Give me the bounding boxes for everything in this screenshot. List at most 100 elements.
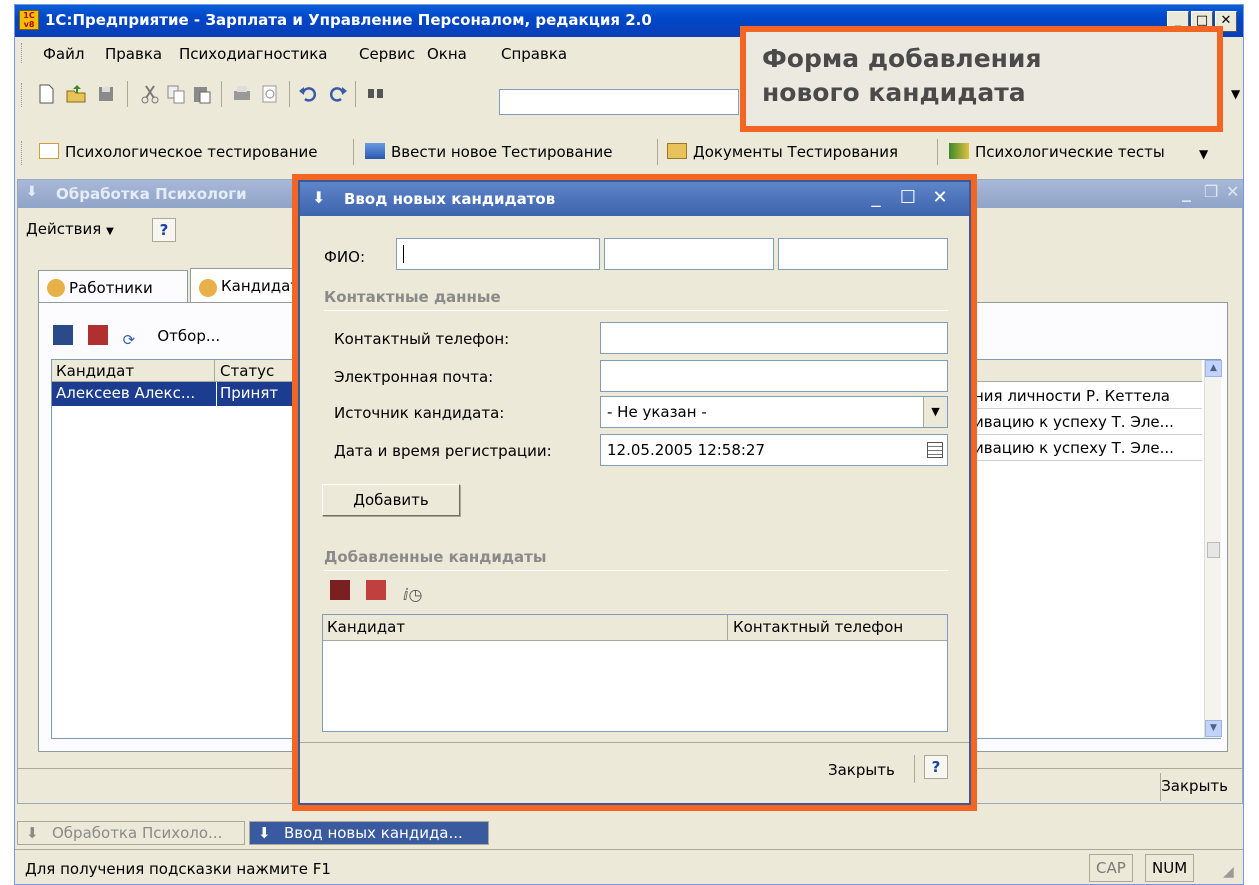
- redo-icon[interactable]: [327, 83, 349, 105]
- col-candidate[interactable]: Кандидат: [327, 618, 405, 636]
- annotation-line-1: Форма добавления: [762, 44, 1042, 73]
- search-input[interactable]: [499, 89, 739, 115]
- undo-icon[interactable]: [297, 83, 319, 105]
- col-divider: [727, 615, 728, 641]
- processing-window-icon: ⬇: [26, 824, 39, 842]
- menu-service[interactable]: Сервис: [359, 45, 415, 63]
- toolbar-overflow-icon[interactable]: ▼: [1231, 87, 1240, 101]
- regdate-field[interactable]: 12.05.2005 12:58:27: [600, 434, 948, 466]
- add-row-icon[interactable]: [53, 325, 73, 345]
- find-icon[interactable]: [365, 83, 387, 105]
- added-list-toolbar: ⅈ◷: [330, 580, 425, 605]
- added-section-title: Добавленные кандидаты: [324, 548, 547, 566]
- testing-documents-label: Документы Тестирования: [693, 143, 898, 161]
- menu-psychodiagnostics[interactable]: Психодиагностика: [179, 45, 328, 63]
- task-processing[interactable]: ⬇ Обработка Психоло...: [17, 821, 245, 845]
- person-clock-icon[interactable]: ⅈ◷: [403, 585, 425, 605]
- col-status[interactable]: Статус: [220, 362, 274, 380]
- col-candidate[interactable]: Кандидат: [56, 362, 134, 380]
- chevron-down-icon: ▼: [106, 226, 114, 237]
- annotation-text: Форма добавления нового кандидата: [762, 42, 1042, 110]
- toolbar-separator: [127, 81, 128, 107]
- middle-name-field[interactable]: [778, 238, 948, 270]
- section-divider: [324, 310, 948, 311]
- psych-testing-label: Психологическое тестирование: [65, 143, 318, 161]
- scroll-up-icon[interactable]: ▲: [1205, 360, 1222, 377]
- phone-field[interactable]: [600, 322, 948, 354]
- col-divider: [214, 360, 215, 382]
- toolbar-grip: [21, 83, 25, 107]
- dialog-window-icon: ⬇: [312, 188, 326, 207]
- toolbar-grip: [21, 141, 25, 165]
- person-icon: [199, 279, 217, 297]
- menu-help[interactable]: Справка: [501, 45, 567, 63]
- delete-row-icon[interactable]: [87, 325, 108, 345]
- dialog-help-button[interactable]: ?: [924, 755, 948, 779]
- print-preview-icon[interactable]: [259, 83, 281, 105]
- list-item[interactable]: ивацию к успеху Т. Эле...: [970, 436, 1202, 461]
- sub-restore-button[interactable]: ❐: [1204, 182, 1218, 201]
- copy-icon[interactable]: [165, 83, 187, 105]
- task-new-candidates-label: Ввод новых кандида...: [284, 824, 463, 842]
- actions-menu[interactable]: Действия ▼: [26, 220, 114, 238]
- scroll-thumb[interactable]: [1207, 542, 1220, 558]
- first-name-field[interactable]: [604, 238, 774, 270]
- new-testing-button[interactable]: Ввести новое Тестирование: [365, 143, 613, 161]
- task-new-candidates[interactable]: ⬇ Ввод новых кандида...: [249, 821, 489, 845]
- new-candidates-dialog: ⬇ Ввод новых кандидатов _ ☐ ✕ ФИО: Конта…: [298, 180, 971, 805]
- dialog-maximize-button[interactable]: ☐: [896, 187, 920, 211]
- dialog-title: Ввод новых кандидатов: [344, 190, 556, 208]
- menu-file[interactable]: Файл: [43, 45, 84, 63]
- print-icon[interactable]: [231, 83, 253, 105]
- delete-row-icon[interactable]: [366, 580, 387, 600]
- filter-button[interactable]: Отбор...: [157, 327, 220, 345]
- psych-testing-button[interactable]: Психологическое тестирование: [39, 143, 318, 161]
- list-item[interactable]: ивацию к успеху Т. Эле...: [970, 410, 1202, 435]
- scroll-down-icon[interactable]: ▼: [1205, 720, 1222, 737]
- close-processing-button[interactable]: Закрыть: [1161, 777, 1228, 795]
- add-candidate-button[interactable]: Добавить: [322, 484, 460, 516]
- dialog-close-button[interactable]: ✕: [928, 187, 952, 211]
- grid-scrollbar[interactable]: ▲ ▼: [1204, 360, 1222, 738]
- save-icon[interactable]: [95, 83, 117, 105]
- psych-tests-button[interactable]: Психологические тесты: [949, 143, 1165, 161]
- col-phone[interactable]: Контактный телефон: [733, 618, 903, 636]
- dialog-titlebar[interactable]: ⬇ Ввод новых кандидатов _ ☐ ✕: [300, 182, 969, 216]
- table-row[interactable]: Алексеев Алекс... Принят: [52, 382, 297, 406]
- tab-employees[interactable]: Работники: [38, 270, 188, 304]
- cut-icon[interactable]: [139, 83, 161, 105]
- fio-label: ФИО:: [324, 248, 365, 266]
- open-folder-icon[interactable]: [65, 83, 87, 105]
- row-candidate-cell: Алексеев Алекс...: [56, 384, 196, 402]
- refresh-icon[interactable]: ⟳: [123, 331, 143, 351]
- close-dialog-button[interactable]: Закрыть: [828, 761, 895, 779]
- chevron-down-icon[interactable]: ▼: [923, 397, 947, 427]
- source-select[interactable]: - Не указан - ▼: [600, 396, 948, 428]
- new-testing-icon: [365, 143, 385, 159]
- toolbar-separator: [289, 81, 290, 107]
- edit-row-icon[interactable]: [330, 580, 350, 600]
- new-document-icon[interactable]: [35, 83, 57, 105]
- help-button[interactable]: ?: [152, 218, 176, 242]
- resize-grip-icon[interactable]: ◢: [1223, 864, 1234, 880]
- testing-documents-button[interactable]: Документы Тестирования: [667, 143, 898, 161]
- source-label: Источник кандидата:: [334, 404, 505, 422]
- menu-windows[interactable]: Окна: [427, 45, 467, 63]
- toolbar-separator: [221, 81, 222, 107]
- menu-grip: [21, 43, 25, 63]
- email-label: Электронная почта:: [334, 368, 494, 386]
- annotation-line-2: нового кандидата: [762, 78, 1026, 107]
- calendar-icon[interactable]: [927, 442, 943, 458]
- last-name-field[interactable]: [396, 238, 600, 270]
- email-field[interactable]: [600, 360, 948, 392]
- toolbar-separator: [657, 139, 658, 165]
- window-taskbar: ⬇ Обработка Психоло... ⬇ Ввод новых канд…: [15, 817, 1243, 849]
- added-candidates-grid[interactable]: Кандидат Контактный телефон: [322, 614, 948, 732]
- toolbar2-overflow-icon[interactable]: ▼: [1199, 147, 1208, 161]
- sub-minimize-button[interactable]: _: [1182, 182, 1191, 203]
- menu-edit[interactable]: Правка: [105, 45, 162, 63]
- dialog-minimize-button[interactable]: _: [864, 187, 888, 211]
- list-item[interactable]: ния личности Р. Кеттела: [970, 384, 1202, 409]
- paste-icon[interactable]: [191, 83, 213, 105]
- sub-close-button[interactable]: ✕: [1226, 182, 1239, 201]
